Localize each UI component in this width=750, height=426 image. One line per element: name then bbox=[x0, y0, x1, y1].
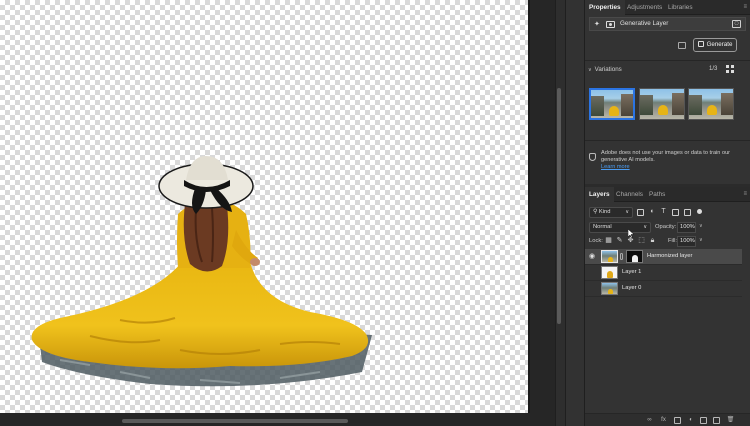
lock-position-icon[interactable]: ✥ bbox=[627, 237, 634, 245]
privacy-notice: Adobe does not use your images or data t… bbox=[601, 150, 731, 163]
variation-thumbnail-3[interactable] bbox=[688, 88, 734, 120]
transparent-canvas[interactable] bbox=[0, 0, 528, 413]
vertical-scroll-thumb[interactable] bbox=[557, 88, 561, 324]
layer-row-layer-0[interactable]: Layer 0 bbox=[585, 281, 742, 297]
chevron-down-icon: ∨ bbox=[625, 209, 629, 215]
chevron-down-icon: ∨ bbox=[643, 224, 647, 230]
grid-view-icon[interactable] bbox=[726, 65, 734, 73]
filter-type-icon[interactable]: T bbox=[660, 208, 667, 216]
link-layers-icon[interactable]: ∞ bbox=[645, 417, 654, 424]
blend-mode-select[interactable]: Normal ∨ bbox=[589, 222, 651, 233]
shield-icon bbox=[589, 153, 596, 161]
trash-icon[interactable]: 🗑︎ bbox=[726, 417, 735, 424]
mouse-cursor-icon bbox=[628, 229, 634, 238]
tab-properties[interactable]: Properties bbox=[585, 0, 625, 15]
tab-libraries[interactable]: Libraries bbox=[664, 0, 697, 15]
layers-panel: Layers Channels Paths ≡ ⚲ Kind ∨ ◐ T Norm… bbox=[585, 187, 750, 426]
woman-in-yellow-dress-image bbox=[31, 156, 372, 387]
panel-menu-icon[interactable]: ≡ bbox=[743, 191, 746, 197]
layer-mask-thumbnail[interactable] bbox=[626, 250, 643, 263]
layer-name: Layer 0 bbox=[622, 285, 642, 291]
canvas-edge bbox=[528, 0, 530, 413]
group-folder-icon[interactable] bbox=[700, 417, 707, 424]
generative-layer-row: ✦ Generative Layer ⎔ bbox=[589, 17, 746, 31]
properties-panel: Properties Adjustments Libraries ≡ ✦ Gen… bbox=[585, 0, 750, 184]
layer-thumbnail bbox=[601, 250, 618, 263]
layers-footer-toolbar: ∞ fx ◐ 🗑︎ bbox=[585, 413, 750, 426]
divider bbox=[585, 60, 750, 61]
filter-kind-select[interactable]: ⚲ Kind ∨ bbox=[589, 207, 633, 218]
eye-icon[interactable]: ◉ bbox=[588, 253, 596, 261]
divider bbox=[585, 140, 750, 141]
chevron-down-icon: ∨ bbox=[588, 67, 592, 73]
chevron-down-icon[interactable]: ∨ bbox=[699, 237, 703, 243]
variations-title: Variations bbox=[594, 66, 622, 73]
generate-icon bbox=[697, 41, 704, 47]
properties-tabbar: Properties Adjustments Libraries ≡ bbox=[585, 0, 750, 15]
layer-thumbnail bbox=[601, 282, 618, 295]
horizontal-scroll-thumb[interactable] bbox=[122, 419, 348, 423]
generative-wand-icon: ✦ bbox=[594, 21, 600, 28]
filter-shape-icon[interactable] bbox=[672, 209, 679, 216]
filter-adjustment-icon[interactable]: ◐ bbox=[649, 208, 656, 216]
panel-menu-icon[interactable]: ≡ bbox=[743, 4, 746, 10]
variations-count: 1/3 bbox=[709, 66, 718, 72]
layers-tabbar: Layers Channels Paths ≡ bbox=[585, 187, 750, 202]
add-mask-icon[interactable] bbox=[674, 417, 681, 424]
opacity-label: Opacity: bbox=[655, 224, 677, 230]
generate-button[interactable]: Generate bbox=[693, 38, 737, 52]
filter-toggle-icon[interactable] bbox=[697, 209, 702, 214]
learn-more-link[interactable]: Learn more bbox=[601, 164, 630, 170]
filter-kind-value: Kind bbox=[598, 209, 611, 215]
variation-thumbnail-2[interactable] bbox=[639, 88, 685, 120]
generate-label: Generate bbox=[706, 41, 733, 48]
lock-brush-icon[interactable]: ✎ bbox=[616, 237, 623, 245]
lock-transparent-icon[interactable]: ▦ bbox=[605, 237, 612, 245]
layer-image-icon bbox=[606, 21, 615, 28]
layer-type-label: Generative Layer bbox=[620, 20, 669, 27]
opacity-input[interactable]: 100% bbox=[677, 222, 696, 233]
variations-header[interactable]: ∨ Variations bbox=[588, 66, 622, 73]
layer-name: Layer 1 bbox=[622, 269, 642, 275]
fill-input[interactable]: 100% bbox=[677, 236, 696, 247]
layer-row-layer-1[interactable]: Layer 1 bbox=[585, 265, 742, 281]
link-icon[interactable] bbox=[620, 253, 623, 260]
blend-mode-value: Normal bbox=[593, 224, 612, 230]
layer-thumbnail bbox=[601, 266, 618, 279]
new-layer-icon[interactable] bbox=[713, 417, 720, 424]
layer-name: Harmonized layer bbox=[647, 253, 693, 259]
fx-icon[interactable]: fx bbox=[659, 417, 668, 424]
tab-paths[interactable]: Paths bbox=[645, 187, 669, 202]
layer-filter-row: ⚲ Kind ∨ ◐ T bbox=[589, 207, 747, 218]
document-canvas-area[interactable] bbox=[0, 0, 557, 426]
filter-smart-object-icon[interactable] bbox=[684, 209, 691, 216]
filter-pixel-icon[interactable] bbox=[637, 209, 644, 216]
variation-thumbnail-1[interactable] bbox=[589, 88, 635, 120]
lock-artboard-icon[interactable]: ⬚ bbox=[638, 237, 645, 245]
adjustment-layer-icon[interactable]: ◐ bbox=[687, 417, 695, 424]
chevron-down-icon[interactable]: ∨ bbox=[699, 223, 703, 229]
generative-badge-icon[interactable]: ⎔ bbox=[732, 20, 741, 28]
tab-layers[interactable]: Layers bbox=[585, 187, 614, 202]
lock-all-icon[interactable]: 🔒︎ bbox=[649, 237, 656, 245]
feedback-icon[interactable] bbox=[678, 42, 686, 49]
tab-adjustments[interactable]: Adjustments bbox=[623, 0, 666, 15]
tab-channels[interactable]: Channels bbox=[612, 187, 647, 202]
panel-gutter bbox=[565, 0, 585, 426]
fill-label: Fill: bbox=[668, 238, 678, 244]
layer-row-harmonized[interactable]: ◉ Harmonized layer bbox=[585, 249, 742, 265]
lock-label: Lock: bbox=[589, 238, 603, 244]
